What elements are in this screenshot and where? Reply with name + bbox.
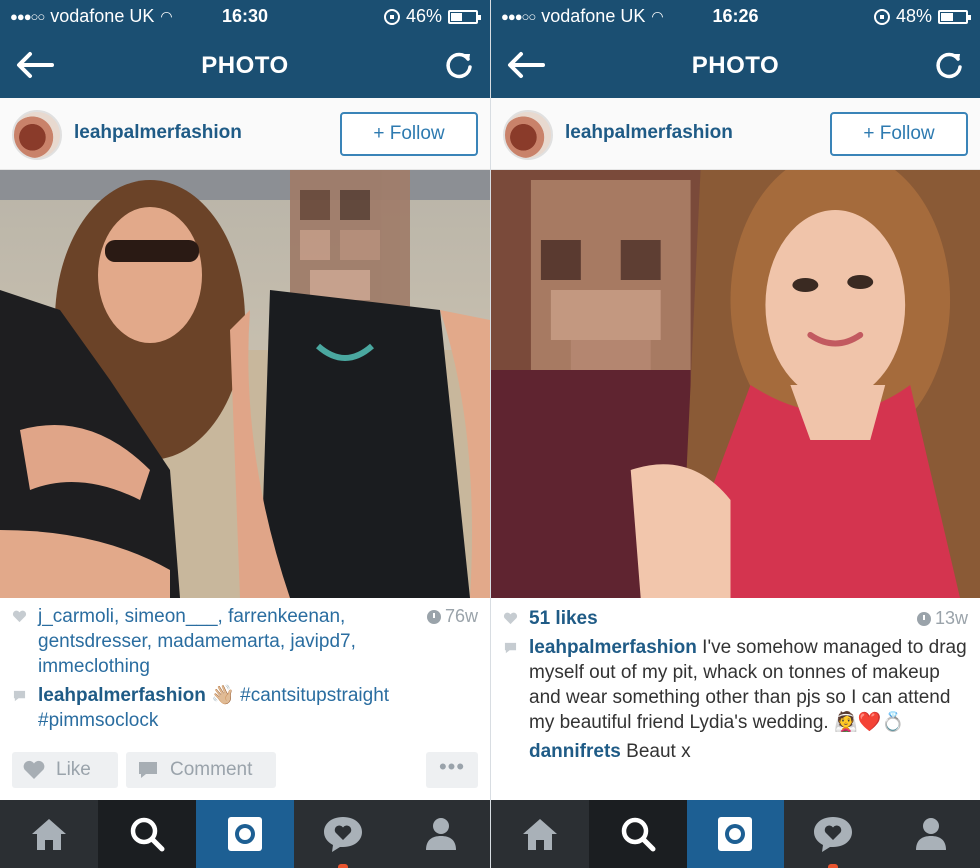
home-icon xyxy=(522,819,557,850)
rotation-lock-icon xyxy=(383,8,400,25)
caption-emoji: 👰❤️💍 xyxy=(834,712,905,733)
page-title: PHOTO xyxy=(691,52,780,79)
status-bar: ●●●○○ vodafone UK ◠ 16:26 48% xyxy=(491,0,980,34)
tab-search[interactable] xyxy=(588,800,687,868)
post-photo[interactable] xyxy=(0,170,490,598)
activity-icon xyxy=(814,817,853,852)
post-meta: j_carmoli, simeon___, farrenkeenan, gent… xyxy=(0,598,490,733)
comment-username[interactable]: dannifrets xyxy=(529,741,621,762)
tab-profile[interactable] xyxy=(882,800,980,868)
tab-bar xyxy=(491,800,980,868)
follow-button[interactable]: + Follow xyxy=(830,112,968,156)
tab-camera[interactable] xyxy=(196,800,294,868)
heart-icon xyxy=(503,612,518,625)
comment-bubble-icon xyxy=(139,762,157,778)
battery-icon xyxy=(938,9,971,24)
heart-icon xyxy=(23,760,45,779)
comment-bubble-icon xyxy=(504,642,517,654)
nav-bar: PHOTO xyxy=(491,34,980,98)
post-meta: 51 likes 13w leahpalmerfashion I've some… xyxy=(491,598,980,764)
activity-icon xyxy=(324,817,362,852)
caption-emoji: 👋🏼 xyxy=(211,685,235,706)
caption-username[interactable]: leahpalmerfashion xyxy=(38,685,206,706)
camera-icon xyxy=(228,817,262,851)
comment-row: dannifrets Beaut x xyxy=(503,739,968,764)
page-title: PHOTO xyxy=(201,52,289,79)
photo-image xyxy=(0,170,490,598)
post-header: leahpalmerfashion + Follow xyxy=(0,98,490,170)
refresh-icon[interactable] xyxy=(444,50,474,80)
home-icon xyxy=(32,819,66,850)
nav-bar: PHOTO xyxy=(0,34,490,98)
screens: ●●●○○ vodafone UK ◠ 16:30 46% PHOTO leah… xyxy=(0,0,980,868)
tab-activity[interactable] xyxy=(784,800,882,868)
post-age: 13w xyxy=(916,606,968,631)
status-bar: ●●●○○ vodafone UK ◠ 16:30 46% xyxy=(0,0,490,34)
search-icon xyxy=(621,817,656,852)
caption-username[interactable]: leahpalmerfashion xyxy=(529,637,697,658)
post-age: 76w xyxy=(426,604,478,629)
more-options-button[interactable]: ••• xyxy=(426,752,478,788)
notification-dot xyxy=(828,864,839,868)
comment-text: Beaut x xyxy=(626,741,691,762)
tab-camera[interactable] xyxy=(686,800,785,868)
follow-button[interactable]: + Follow xyxy=(340,112,478,156)
post-photo[interactable] xyxy=(491,170,980,598)
clock-icon xyxy=(916,611,931,626)
like-button[interactable]: Like xyxy=(12,752,118,788)
rotation-lock-icon xyxy=(873,8,890,25)
notification-dot xyxy=(338,864,348,868)
liker-list[interactable]: j_carmoli, simeon___, farrenkeenan, gent… xyxy=(38,604,478,679)
heart-icon xyxy=(12,610,27,623)
tab-activity[interactable] xyxy=(294,800,392,868)
post-actions: Like Comment ••• xyxy=(12,752,478,788)
tab-search[interactable] xyxy=(98,800,196,868)
profile-icon xyxy=(426,818,456,850)
battery-icon xyxy=(448,9,481,24)
comment-button[interactable]: Comment xyxy=(126,752,276,788)
tab-profile[interactable] xyxy=(392,800,490,868)
tab-home[interactable] xyxy=(0,800,98,868)
screen-right: ●●●○○ vodafone UK ◠ 16:26 48% PHOTO leah… xyxy=(490,0,980,868)
refresh-icon[interactable] xyxy=(934,50,964,80)
post-username[interactable]: leahpalmerfashion xyxy=(565,122,733,144)
likes-row: 51 likes 13w xyxy=(503,606,968,631)
post-username[interactable]: leahpalmerfashion xyxy=(74,122,242,144)
profile-icon xyxy=(916,818,947,850)
likes-row: j_carmoli, simeon___, farrenkeenan, gent… xyxy=(12,604,478,679)
post-header: leahpalmerfashion + Follow xyxy=(491,98,980,170)
avatar[interactable] xyxy=(12,110,62,160)
battery-percent: 46% xyxy=(405,6,442,26)
clock-icon xyxy=(426,609,441,624)
battery-percent: 48% xyxy=(895,6,932,26)
avatar[interactable] xyxy=(503,110,553,160)
tab-bar xyxy=(0,800,490,868)
camera-icon xyxy=(718,817,753,851)
likes-count[interactable]: 51 likes xyxy=(529,608,598,629)
comment-bubble-icon xyxy=(13,690,26,702)
search-icon xyxy=(130,817,165,852)
tab-home[interactable] xyxy=(491,800,589,868)
photo-image xyxy=(491,170,980,598)
caption-row: leahpalmerfashion I've somehow managed t… xyxy=(503,635,968,735)
screen-left: ●●●○○ vodafone UK ◠ 16:30 46% PHOTO leah… xyxy=(0,0,490,868)
caption-row: leahpalmerfashion 👋🏼 #cantsitupstraight … xyxy=(12,683,478,733)
